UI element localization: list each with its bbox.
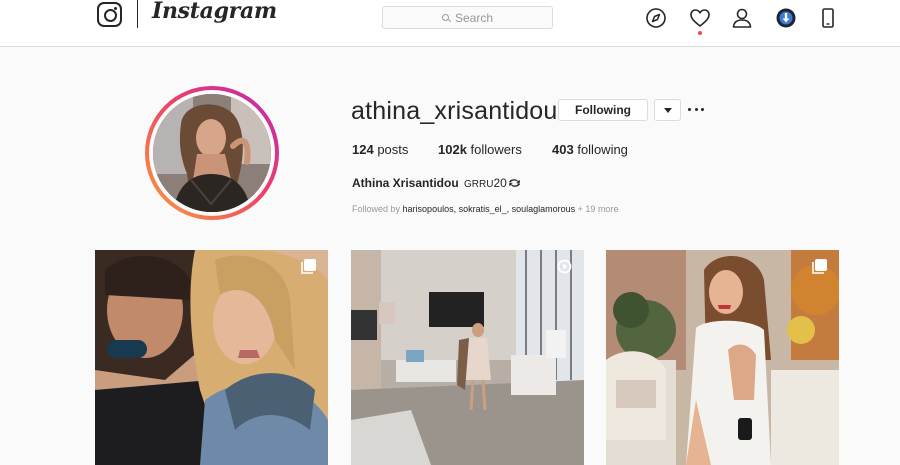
download-icon[interactable] [775,7,797,29]
post-image-living-room [351,250,584,465]
notification-dot [698,31,702,35]
sync-arrows-icon [508,179,520,187]
followers-stat[interactable]: 102k followers [438,142,522,157]
following-count: 403 [552,142,574,157]
phone-icon[interactable] [817,7,839,29]
following-stat[interactable]: 403 following [552,142,628,157]
compass-icon[interactable] [645,7,667,29]
following-button[interactable]: Following [558,99,648,121]
person-icon[interactable] [731,7,753,29]
instagram-camera-icon[interactable] [97,2,122,27]
followed-by-more[interactable]: + 19 more [578,204,619,214]
multiple-photos-icon [301,259,316,274]
search-placeholder: Search [454,10,494,25]
caret-down-icon [663,107,672,113]
post-thumbnail[interactable] [95,250,328,465]
video-icon [557,259,572,274]
followers-label: followers [470,142,522,157]
profile-full-name: Athina Xrisantidou [352,176,459,190]
profile-full-name-line: Athina Xrisantidou GRRU20 [352,176,521,190]
suggestions-dropdown-button[interactable] [654,99,681,121]
more-options-icon[interactable] [688,98,704,120]
instagram-wordmark[interactable]: Instagram [152,0,277,24]
followed-by-prefix: Followed by [352,204,401,214]
posts-count: 124 [352,142,374,157]
post-thumbnail[interactable] [351,250,584,465]
multiple-photos-icon [812,259,827,274]
posts-stat: 124 posts [352,142,408,157]
story-ring[interactable] [145,86,279,220]
profile-username: athina_xrisantidou [351,97,558,125]
avatar-frame [149,90,275,216]
followers-count: 102k [438,142,467,157]
post-thumbnail[interactable] [606,250,839,465]
bio-number: 20 [493,176,507,190]
post-image-couple-selfie [95,250,328,465]
post-image-white-dress [606,250,839,465]
posts-label: posts [377,142,409,157]
search-icon [441,14,449,21]
avatar[interactable] [153,94,271,212]
followed-by-users[interactable]: harisopoulos, sokratis_el_, soulaglamoro… [403,204,576,214]
top-nav: Instagram Search [0,0,900,47]
heart-icon[interactable] [689,7,711,29]
following-label: following [577,142,628,157]
followed-by-text: Followed by harisopoulos, sokratis_el_, … [352,204,618,214]
bio-tag: GRRU [464,179,494,190]
search-input[interactable]: Search [382,6,553,29]
logo-divider [137,0,138,28]
